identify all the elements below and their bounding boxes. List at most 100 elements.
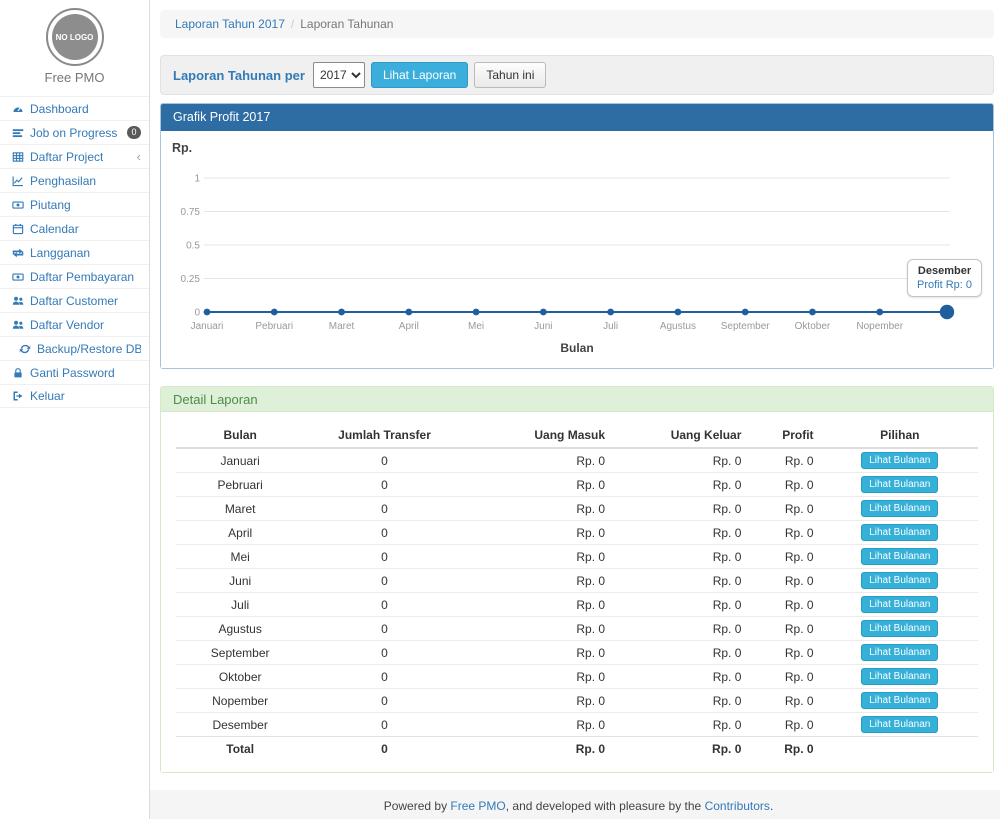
view-monthly-button-januari[interactable]: Lihat Bulanan xyxy=(861,452,938,469)
logo: NO LOGO xyxy=(46,8,104,66)
table-row-pebruari: Pebruari0Rp. 0Rp. 0Rp. 0Lihat Bulanan xyxy=(176,473,978,497)
cell-bulan: Pebruari xyxy=(176,473,304,497)
view-monthly-button-pebruari[interactable]: Lihat Bulanan xyxy=(861,476,938,493)
cell-pilihan: Lihat Bulanan xyxy=(822,593,978,617)
chart-point-maret[interactable] xyxy=(338,309,345,316)
table-header-row: BulanJumlah TransferUang MasukUang Kelua… xyxy=(176,422,978,448)
cell-jumlah-transfer: 0 xyxy=(304,617,464,641)
tooltip-title: Desember xyxy=(917,265,972,277)
cell-uang-masuk: Rp. 0 xyxy=(465,448,613,473)
footer-text-middle: , and developed with pleasure by the xyxy=(506,799,705,813)
view-monthly-button-juli[interactable]: Lihat Bulanan xyxy=(861,596,938,613)
sidebar-item-ganti-password[interactable]: Ganti Password xyxy=(0,360,149,384)
cell-uang-keluar: Rp. 0 xyxy=(613,569,749,593)
total-cell-jumlah-transfer: 0 xyxy=(304,737,464,761)
svg-text:Juni: Juni xyxy=(534,321,552,332)
cell-jumlah-transfer: 0 xyxy=(304,569,464,593)
main-area: Laporan Tahun 2017 / Laporan Tahunan Lap… xyxy=(150,0,1000,819)
sidebar-item-label: Keluar xyxy=(30,389,65,403)
sidebar-item-label: Langganan xyxy=(30,246,90,260)
footer-link-free-pmo[interactable]: Free PMO xyxy=(450,799,505,813)
view-monthly-button-nopember[interactable]: Lihat Bulanan xyxy=(861,692,938,709)
column-header-profit: Profit xyxy=(749,422,821,448)
table-row-september: September0Rp. 0Rp. 0Rp. 0Lihat Bulanan xyxy=(176,641,978,665)
cell-profit: Rp. 0 xyxy=(749,569,821,593)
cell-bulan: Nopember xyxy=(176,689,304,713)
chart-point-juni[interactable] xyxy=(540,309,547,316)
this-year-button[interactable]: Tahun ini xyxy=(474,62,546,88)
sidebar-item-penghasilan[interactable]: Penghasilan xyxy=(0,168,149,192)
view-monthly-button-april[interactable]: Lihat Bulanan xyxy=(861,524,938,541)
view-monthly-button-september[interactable]: Lihat Bulanan xyxy=(861,644,938,661)
sidebar-item-daftar-pembayaran[interactable]: Daftar Pembayaran xyxy=(0,264,149,288)
chart-point-pebruari[interactable] xyxy=(271,309,278,316)
sidebar-item-label: Piutang xyxy=(30,198,71,212)
view-monthly-button-mei[interactable]: Lihat Bulanan xyxy=(861,548,938,565)
cell-pilihan: Lihat Bulanan xyxy=(822,689,978,713)
sidebar-item-calendar[interactable]: Calendar xyxy=(0,216,149,240)
tasks-icon xyxy=(11,126,24,139)
sidebar-item-daftar-project[interactable]: Daftar Project‹ xyxy=(0,144,149,168)
chart-point-mei[interactable] xyxy=(473,309,480,316)
line-chart-icon xyxy=(11,174,24,187)
view-monthly-button-oktober[interactable]: Lihat Bulanan xyxy=(861,668,938,685)
footer-link-contributors[interactable]: Contributors xyxy=(705,799,770,813)
cell-pilihan: Lihat Bulanan xyxy=(822,473,978,497)
svg-text:Bulan: Bulan xyxy=(560,341,593,355)
detail-panel-title: Detail Laporan xyxy=(161,387,993,412)
chart-point-januari[interactable] xyxy=(204,309,211,316)
svg-text:Maret: Maret xyxy=(329,321,355,332)
cell-uang-keluar: Rp. 0 xyxy=(613,521,749,545)
breadcrumb-link-laporan-tahun[interactable]: Laporan Tahun 2017 xyxy=(175,17,285,31)
sidebar-item-keluar[interactable]: Keluar xyxy=(0,384,149,408)
chart-point-juli[interactable] xyxy=(607,309,614,316)
cell-profit: Rp. 0 xyxy=(749,448,821,473)
detail-report-panel: Detail Laporan BulanJumlah TransferUang … xyxy=(160,386,994,773)
cell-profit: Rp. 0 xyxy=(749,545,821,569)
cell-pilihan: Lihat Bulanan xyxy=(822,448,978,473)
year-select[interactable]: 2017 xyxy=(313,62,365,88)
chart-point-nopember[interactable] xyxy=(876,309,883,316)
chart-point-oktober[interactable] xyxy=(809,309,816,316)
sidebar-item-piutang[interactable]: Piutang xyxy=(0,192,149,216)
sidebar-item-label: Job on Progress xyxy=(30,126,117,140)
chart-point-agustus[interactable] xyxy=(675,309,682,316)
view-report-button[interactable]: Lihat Laporan xyxy=(371,62,468,88)
column-header-jumlah-transfer: Jumlah Transfer xyxy=(304,422,464,448)
sidebar-item-langganan[interactable]: Langganan xyxy=(0,240,149,264)
logo-text: NO LOGO xyxy=(56,33,94,42)
total-cell-pilihan xyxy=(822,737,978,761)
sidebar-item-job-on-progress[interactable]: Job on Progress0 xyxy=(0,120,149,144)
cell-pilihan: Lihat Bulanan xyxy=(822,521,978,545)
cell-bulan: September xyxy=(176,641,304,665)
chart-point-desember[interactable] xyxy=(940,305,954,319)
sidebar-item-dashboard[interactable]: Dashboard xyxy=(0,96,149,120)
svg-text:September: September xyxy=(721,321,771,332)
profit-chart-panel: Grafik Profit 2017 Rp.00.250.50.751Janua… xyxy=(160,103,994,369)
svg-text:1: 1 xyxy=(194,174,200,185)
view-monthly-button-maret[interactable]: Lihat Bulanan xyxy=(861,500,938,517)
view-monthly-button-agustus[interactable]: Lihat Bulanan xyxy=(861,620,938,637)
no-logo-badge: NO LOGO xyxy=(52,14,98,60)
sidebar-item-backup-restore-db[interactable]: Backup/Restore DB xyxy=(0,336,149,360)
svg-text:0.5: 0.5 xyxy=(186,241,200,252)
sidebar-item-daftar-vendor[interactable]: Daftar Vendor xyxy=(0,312,149,336)
table-row-maret: Maret0Rp. 0Rp. 0Rp. 0Lihat Bulanan xyxy=(176,497,978,521)
cell-bulan: Oktober xyxy=(176,665,304,689)
chart-point-april[interactable] xyxy=(405,309,412,316)
column-header-uang-masuk: Uang Masuk xyxy=(465,422,613,448)
sidebar-item-daftar-customer[interactable]: Daftar Customer xyxy=(0,288,149,312)
cell-uang-masuk: Rp. 0 xyxy=(465,497,613,521)
view-monthly-button-desember[interactable]: Lihat Bulanan xyxy=(861,716,938,733)
refresh-icon xyxy=(18,342,31,355)
cell-profit: Rp. 0 xyxy=(749,689,821,713)
view-monthly-button-juni[interactable]: Lihat Bulanan xyxy=(861,572,938,589)
cell-jumlah-transfer: 0 xyxy=(304,641,464,665)
chart-point-september[interactable] xyxy=(742,309,749,316)
cell-pilihan: Lihat Bulanan xyxy=(822,713,978,737)
sidebar-item-label: Daftar Customer xyxy=(30,294,118,308)
report-table: BulanJumlah TransferUang MasukUang Kelua… xyxy=(176,422,978,761)
cell-pilihan: Lihat Bulanan xyxy=(822,545,978,569)
table-row-oktober: Oktober0Rp. 0Rp. 0Rp. 0Lihat Bulanan xyxy=(176,665,978,689)
cell-uang-keluar: Rp. 0 xyxy=(613,617,749,641)
